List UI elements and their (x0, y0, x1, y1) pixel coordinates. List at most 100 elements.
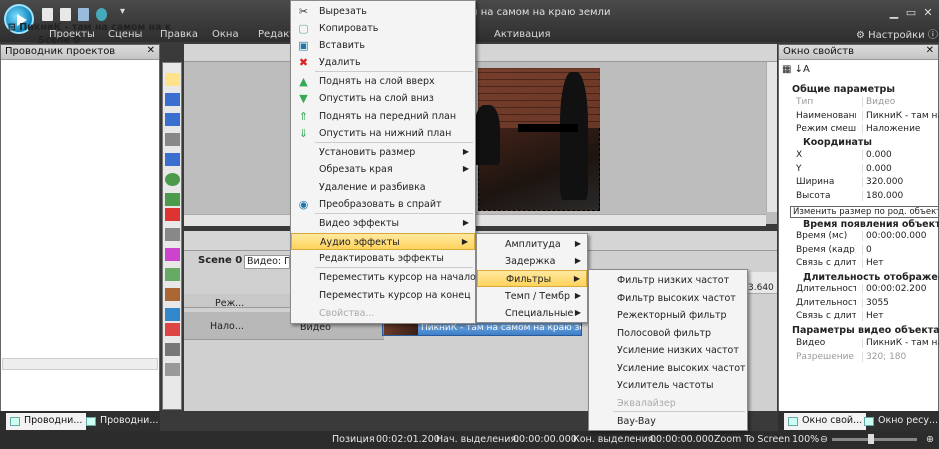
quick-access-dropdown-icon[interactable]: ▾ (120, 6, 125, 17)
ctx-item[interactable]: Поднять на передний план ⇑ (291, 108, 475, 125)
duration-row[interactable]: Длительность 00:00:02.200 (790, 284, 939, 297)
property-value[interactable]: 0 (862, 244, 939, 255)
tab-resources[interactable]: Окно ресу... (860, 413, 939, 430)
ctx-item[interactable]: Удалить ✖ (291, 54, 475, 71)
ctx-item[interactable]: Обрезать края ▶ (291, 161, 475, 178)
group-appear-time[interactable]: Время появления объекта (803, 219, 939, 230)
rectangle-tool-icon[interactable] (165, 153, 180, 166)
ctx-item[interactable]: Переместить курсор на конец (291, 287, 475, 304)
property-value[interactable]: 0.000 (862, 150, 939, 160)
image-tool-icon[interactable] (165, 308, 180, 321)
tab-properties[interactable]: Окно свой... (784, 413, 867, 430)
property-value[interactable]: Видео (862, 97, 939, 107)
property-value[interactable]: Нет (862, 311, 939, 321)
chart-tool-icon[interactable] (165, 268, 180, 281)
ctx-item[interactable]: Поднять на слой вверх ▲ (291, 73, 475, 90)
new-icon[interactable] (42, 8, 53, 21)
audiosub-item[interactable]: Специальные ▶ (477, 305, 587, 322)
group-coordinates[interactable]: Координаты (803, 137, 872, 148)
appear-row[interactable]: Время (кадр) 0 (790, 244, 939, 258)
property-value[interactable]: 0.000 (862, 163, 939, 174)
shape-tool-icon[interactable] (165, 193, 180, 206)
settings-button[interactable]: ⚙ Настройки ⓘ (856, 26, 938, 41)
vertical-scrollbar[interactable] (766, 62, 777, 212)
coords-row[interactable]: X 0.000 (790, 150, 939, 163)
group-video-params[interactable]: Параметры видео объекта (792, 325, 939, 336)
ctx-item[interactable]: Преобразовать в спрайт ◉ (291, 196, 475, 213)
layers-tool-icon[interactable] (165, 113, 180, 126)
sort-icons[interactable]: ▦ ↓A (782, 64, 810, 75)
audiosub-item[interactable]: Задержка ▶ (477, 253, 587, 270)
filtersub-item[interactable]: Усилитель частоты (589, 377, 747, 394)
general-row[interactable]: Тип Видео (790, 97, 939, 110)
music-tool-icon[interactable] (165, 323, 180, 336)
tab-project-explorer-2[interactable]: Проводни... (82, 413, 162, 430)
panel-close-icon[interactable]: ✕ (147, 45, 155, 56)
filtersub-item[interactable]: Полосовой фильтр (589, 325, 747, 342)
zoom-in-icon[interactable]: ⊕ (926, 434, 934, 445)
property-value[interactable]: 180.000 (862, 190, 939, 201)
ctx-item[interactable]: Копировать ▢ (291, 20, 475, 37)
coords-row[interactable]: Y 0.000 (790, 163, 939, 177)
property-value[interactable]: ПикниК - там на (862, 338, 939, 348)
menu-activation[interactable]: Активация (494, 29, 551, 40)
subtitle-tool-icon[interactable] (165, 208, 180, 221)
tree-item-project[interactable]: ⊟ ПикниК - там на самом на к (8, 22, 171, 33)
line-tool-icon[interactable] (165, 133, 180, 146)
minimize-button[interactable]: ▁ (887, 6, 901, 19)
film-tool-icon[interactable] (165, 343, 180, 356)
ctx-item[interactable]: Редактировать эффекты (291, 250, 475, 267)
general-row[interactable]: Режим смешива Наложение (790, 124, 939, 137)
ctx-item[interactable]: Установить размер ▶ (291, 144, 475, 161)
tab-project-explorer-1[interactable]: Проводни... (6, 413, 87, 430)
audiosub-item[interactable]: Амплитуда ▶ (477, 236, 587, 253)
maximize-button[interactable]: ▭ (904, 6, 918, 19)
video-layer-select[interactable]: Видео: Пи (244, 255, 290, 269)
ctx-item[interactable]: Опустить на нижний план ⇓ (291, 125, 475, 142)
zoom-slider[interactable] (832, 438, 917, 441)
property-value[interactable]: 00:00:00.000 (862, 231, 939, 241)
group-general[interactable]: Общие параметры (792, 84, 895, 95)
play-icon[interactable] (96, 8, 107, 21)
ctx-item[interactable]: Вырезать ✂ (291, 3, 475, 20)
filtersub-item[interactable]: Режекторный фильтр (589, 307, 747, 324)
coords-row[interactable]: Ширина 320.000 (790, 177, 939, 190)
appear-row[interactable]: Время (мс) 00:00:00.000 (790, 231, 939, 244)
move-tool-icon[interactable] (165, 363, 180, 376)
zoom-to-screen-button[interactable]: Zoom To Screen (714, 434, 790, 445)
track-blend-mode[interactable]: Нало... (210, 321, 244, 332)
tab-scene[interactable]: Scene 0 (198, 255, 242, 266)
open-icon[interactable] (60, 8, 71, 21)
ctx-item[interactable]: Удаление и разбивка (291, 179, 475, 196)
tree-item-scene[interactable]: Scene 0 (38, 35, 80, 46)
ellipse-tool-icon[interactable] (165, 173, 180, 186)
video-row[interactable]: Разрешение 320; 180 (790, 351, 939, 365)
video-row[interactable]: Видео ПикниК - там на (790, 338, 939, 351)
menu-windows[interactable]: Окна (212, 29, 239, 40)
ctx-item[interactable]: Опустить на слой вниз ▼ (291, 90, 475, 107)
filtersub-item[interactable]: Усиление низких частот (589, 342, 747, 359)
ctx-item[interactable]: Вставить ▣ (291, 37, 475, 54)
select-tool-icon[interactable] (165, 73, 180, 86)
info-icon[interactable]: ⓘ (928, 30, 938, 41)
coords-row[interactable]: Высота 180.000 (790, 190, 939, 204)
close-button[interactable]: ✕ (921, 6, 935, 19)
ctx-item[interactable]: Видео эффекты ▶ (291, 215, 475, 232)
duration-row[interactable]: Связь с длитель Нет (790, 311, 939, 324)
panel-close-icon[interactable]: ✕ (926, 45, 934, 56)
filtersub-item[interactable]: Bay-Bay (589, 413, 747, 430)
brush-tool-icon[interactable] (165, 248, 180, 261)
property-value[interactable]: Нет (862, 258, 939, 268)
property-value[interactable]: 320.000 (862, 177, 939, 187)
ctx-item[interactable]: Переместить курсор на начало (291, 269, 476, 286)
collapse-icon[interactable]: ⊟ (8, 22, 19, 33)
property-value[interactable]: 3055 (862, 297, 939, 308)
save-icon[interactable] (78, 8, 89, 21)
zoom-out-icon[interactable]: ⊖ (820, 434, 828, 445)
appear-row[interactable]: Связь с длитель Нет (790, 258, 939, 271)
layer-tool-icon[interactable] (165, 93, 180, 106)
zoom-slider-thumb[interactable] (868, 434, 874, 444)
general-row[interactable]: Наименование ПикниК - там на (790, 110, 939, 124)
duration-row[interactable]: Длительность 3055 (790, 297, 939, 311)
property-value[interactable]: ПикниК - там на (862, 110, 939, 121)
